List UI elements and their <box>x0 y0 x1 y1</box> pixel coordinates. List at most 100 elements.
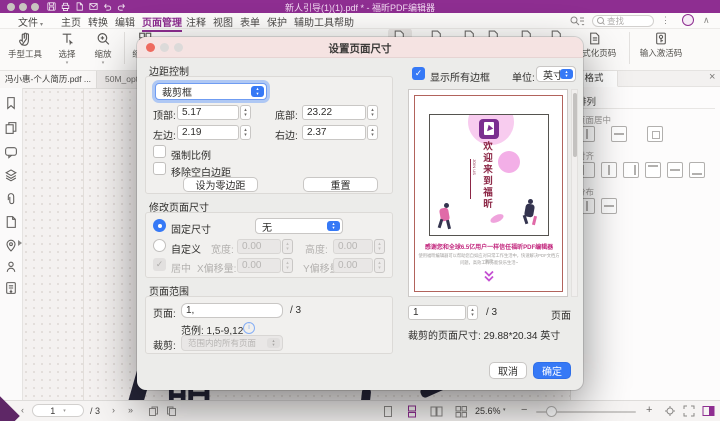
top-margin-stepper[interactable] <box>240 105 251 120</box>
align-top-icon[interactable] <box>645 162 661 178</box>
show-all-boxes-label: 显示所有边框 <box>430 69 490 84</box>
overflow-menu-icon[interactable]: ⋮ <box>661 15 670 26</box>
find-tool-icon[interactable] <box>570 16 585 26</box>
menu-accessibility-tools[interactable]: 辅助工具 <box>294 14 334 29</box>
menu-view[interactable]: 视图 <box>213 14 233 29</box>
continuous-view-icon[interactable] <box>406 405 418 418</box>
bottom-margin-field[interactable]: 23.22 <box>302 105 366 120</box>
previous-page-icon[interactable]: ‹ <box>21 405 24 415</box>
fixed-size-radio[interactable] <box>153 219 166 232</box>
chevron-down-icon[interactable]: ▾ <box>503 407 506 413</box>
zoom-in-icon[interactable]: + <box>646 404 652 416</box>
divider <box>577 108 715 109</box>
preview-page: 欢迎来到福昕 JOIN US <box>429 114 549 236</box>
enter-activation-code-button[interactable]: 输入激活码 <box>633 31 689 59</box>
previous-view-icon[interactable] <box>148 406 159 417</box>
hand-tool-button[interactable]: 手型工具 <box>4 31 46 60</box>
preview-page-field[interactable]: 1 <box>408 305 466 320</box>
page-number-input[interactable]: 1▾ <box>32 404 84 417</box>
right-margin-field[interactable]: 2.37 <box>302 125 366 140</box>
preview-scrollbar[interactable] <box>571 89 578 297</box>
chevron-down-icon: ▾ <box>52 60 82 66</box>
constrain-proportions-checkbox[interactable] <box>153 145 166 158</box>
ok-button[interactable]: 确定 <box>533 362 571 379</box>
show-all-boxes-checkbox[interactable] <box>412 67 425 80</box>
titlebar: 新人引导(1)(1).pdf * - 福昕PDF编辑器 <box>0 0 720 13</box>
center-vertical-icon[interactable] <box>611 126 627 142</box>
preview-page-stepper[interactable] <box>467 305 478 320</box>
account-avatar[interactable] <box>682 14 694 26</box>
menu-home[interactable]: 主页 <box>61 14 81 29</box>
bottom-margin-stepper[interactable] <box>367 105 378 120</box>
zoom-tool-button[interactable]: 缩放 ▾ <box>88 31 118 66</box>
page-range-input[interactable]: 1, <box>181 303 283 318</box>
height-stepper <box>374 239 385 254</box>
single-page-view-icon[interactable] <box>382 405 394 418</box>
reset-button[interactable]: 重置 <box>303 177 378 192</box>
layers-icon[interactable] <box>4 168 18 182</box>
bookmark-icon[interactable] <box>4 96 18 110</box>
fit-page-icon[interactable] <box>664 405 676 417</box>
last-page-icon[interactable]: » <box>128 405 133 415</box>
align-bottom-icon[interactable] <box>689 162 705 178</box>
menu-file[interactable]: 文件 <box>18 14 43 29</box>
search-input[interactable]: 查找 <box>592 15 654 27</box>
activation-code-icon <box>654 31 668 46</box>
crop-scope-dropdown: 范围内的所有页面 <box>181 335 283 351</box>
cancel-button[interactable]: 取消 <box>489 362 527 379</box>
info-icon[interactable] <box>243 322 255 334</box>
crop-label: 裁剪: <box>153 337 176 352</box>
select-tool-button[interactable]: 选择 ▾ <box>52 31 82 66</box>
custom-size-radio[interactable] <box>153 239 166 252</box>
left-margin-stepper[interactable] <box>240 125 251 140</box>
close-icon[interactable] <box>709 72 715 82</box>
align-center-icon[interactable] <box>601 162 617 178</box>
menu-convert[interactable]: 转换 <box>88 14 108 29</box>
page-edge-line <box>83 88 84 400</box>
menu-edit[interactable]: 编辑 <box>115 14 135 29</box>
remove-white-margins-checkbox[interactable] <box>153 162 166 175</box>
center-both-icon[interactable] <box>647 126 663 142</box>
page-number-value: 1 <box>50 406 55 416</box>
destination-pin-icon[interactable] <box>4 238 18 252</box>
align-right-icon[interactable] <box>623 162 639 178</box>
join-us-text: JOIN US <box>470 159 477 199</box>
right-margin-stepper[interactable] <box>367 125 378 140</box>
scrollbar-thumb[interactable] <box>573 93 577 157</box>
top-margin-field[interactable]: 5.17 <box>177 105 239 120</box>
next-page-icon[interactable]: › <box>112 405 115 415</box>
zoom-slider-knob[interactable] <box>546 406 557 417</box>
box-type-dropdown[interactable]: 裁剪框 <box>155 83 267 100</box>
doc-tab-resume[interactable]: 冯小惠-个人简历.pdf ... <box>0 70 97 88</box>
next-view-icon[interactable] <box>166 406 177 417</box>
four-page-view-icon[interactable] <box>455 405 468 418</box>
unit-dropdown[interactable]: 英寸 <box>536 66 576 82</box>
page-total-label: / 3 <box>90 406 100 416</box>
menu-help[interactable]: 帮助 <box>334 14 354 29</box>
menu-form[interactable]: 表单 <box>240 14 260 29</box>
distribute-vertical-icon[interactable] <box>601 198 617 214</box>
left-margin-field[interactable]: 2.19 <box>177 125 239 140</box>
zoom-level-label[interactable]: 25.6% <box>475 406 501 416</box>
menu-protect[interactable]: 保护 <box>267 14 287 29</box>
menu-comment[interactable]: 注释 <box>186 14 206 29</box>
fullscreen-icon[interactable] <box>683 405 695 417</box>
collapse-ribbon-icon[interactable]: ∧ <box>703 15 710 26</box>
format-panel: 格式 排列 页面居中 对齐 分布 <box>570 68 720 400</box>
zoom-out-icon[interactable]: − <box>521 404 527 416</box>
set-zero-margin-button[interactable]: 设为零边距 <box>183 177 258 192</box>
two-page-view-icon[interactable] <box>430 405 443 418</box>
signature-icon[interactable] <box>4 260 18 274</box>
comment-icon[interactable] <box>4 145 18 159</box>
pages-icon[interactable] <box>4 121 18 135</box>
panel-expand-handle[interactable] <box>18 240 22 246</box>
fixed-size-dropdown[interactable]: 无 <box>255 218 343 234</box>
attachment-icon[interactable] <box>4 192 18 206</box>
panel-toggle-icon[interactable] <box>702 405 715 417</box>
page-icon[interactable] <box>4 215 18 229</box>
box-type-value: 裁剪框 <box>162 84 192 99</box>
align-middle-icon[interactable] <box>667 162 683 178</box>
field-list-icon[interactable] <box>4 281 18 295</box>
menu-page-management[interactable]: 页面管理 <box>142 14 182 32</box>
page-preview: 欢迎来到福昕 JOIN US 感谢您和全球6.5亿用户一样信任福昕PDF编辑器 <box>408 89 568 297</box>
